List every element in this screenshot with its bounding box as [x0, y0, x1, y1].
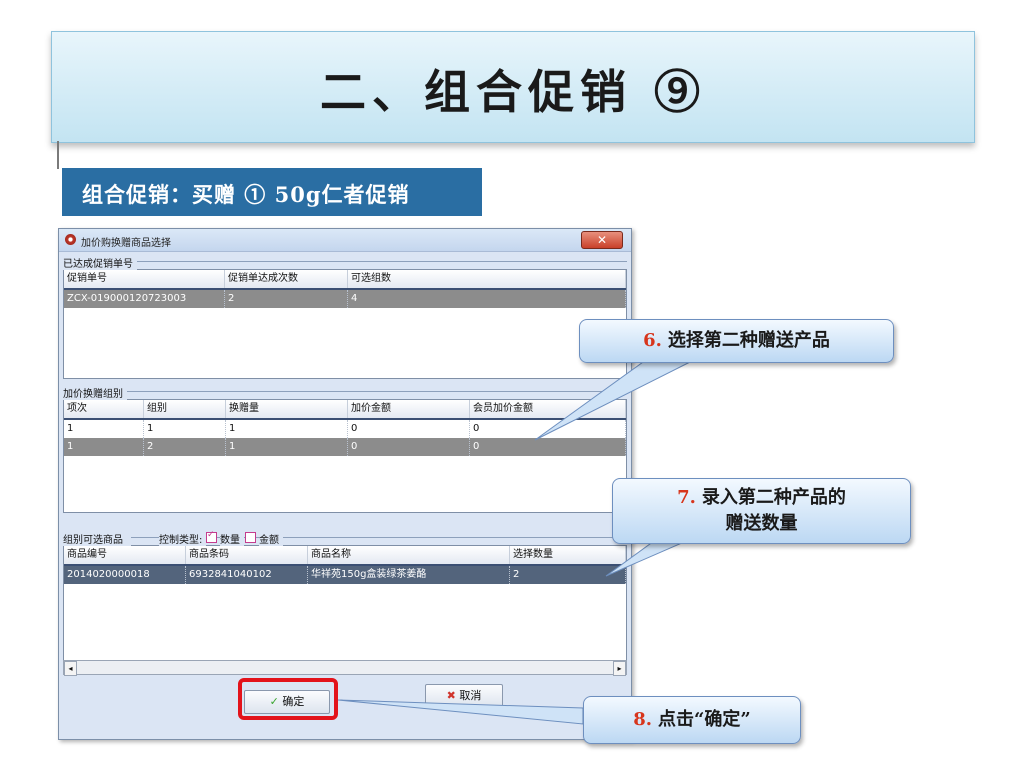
callout-text: 赠送数量: [725, 513, 798, 534]
callout-step-7: 7. 录入第二种产品的 赠送数量: [612, 478, 911, 544]
callout-number: 8.: [633, 709, 653, 730]
callout-number: 7.: [677, 487, 696, 508]
callout-step-6: 6. 选择第二种赠送产品: [579, 319, 894, 363]
callout-step-8: 8. 点击“确定”: [583, 696, 801, 744]
callout-text: 录入第二种产品的: [701, 487, 846, 508]
callout-tails: [337, 356, 731, 725]
callout-8-tail: [337, 699, 584, 725]
callout-number: 6.: [643, 330, 662, 351]
callout-text: 点击“确定”: [658, 709, 751, 730]
callout-text: 选择第二种赠送产品: [667, 330, 830, 351]
callout-6-tail: [534, 356, 701, 441]
ok-button-highlight: [238, 678, 338, 720]
